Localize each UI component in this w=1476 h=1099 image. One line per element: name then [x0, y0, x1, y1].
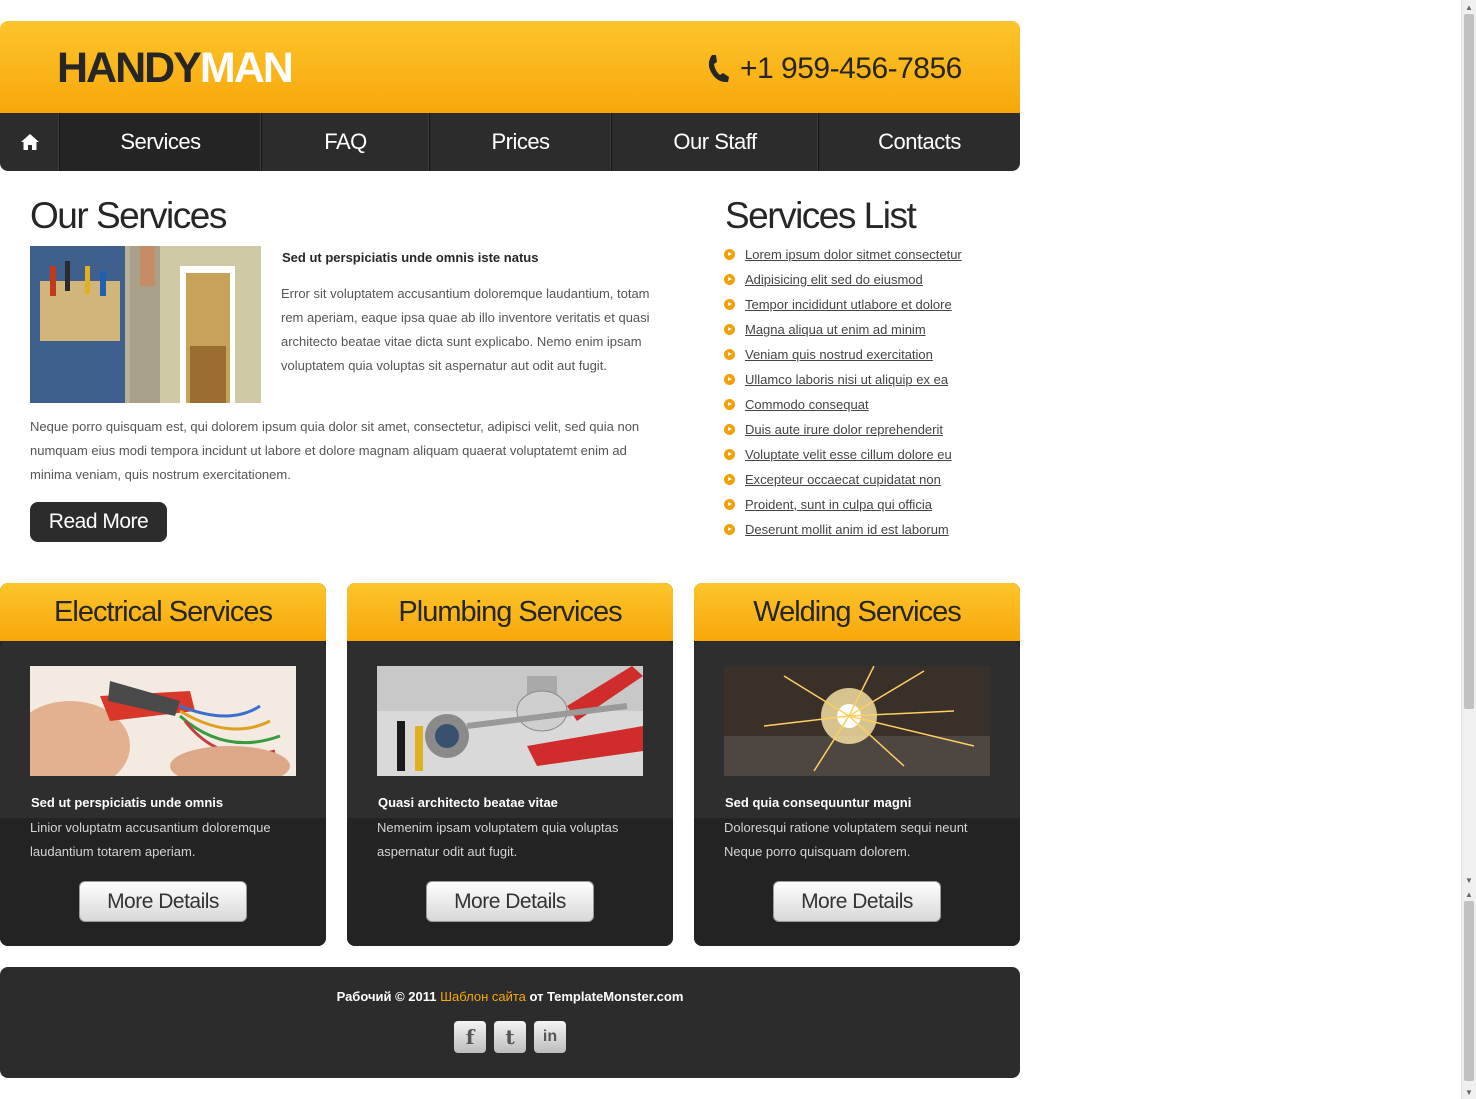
- scroll-up-arrow-icon[interactable]: ▲: [1462, 887, 1476, 901]
- site-logo[interactable]: HANDYMAN: [57, 44, 294, 92]
- service-link[interactable]: Lorem ipsum dolor sitmet consectetur: [745, 247, 962, 262]
- list-item: Voluptate velit esse cillum dolore eu: [724, 442, 962, 467]
- facebook-icon[interactable]: f: [454, 1021, 486, 1053]
- service-link[interactable]: Deserunt mollit anim id est laborum: [745, 522, 949, 537]
- service-link[interactable]: Duis aute irure dolor reprehenderit: [745, 422, 943, 437]
- card-title: Welding Services: [694, 583, 1020, 641]
- electrical-photo: [30, 666, 296, 776]
- copyright: Рабочий © 2011 Шаблон сайта от TemplateM…: [0, 989, 1020, 1004]
- social-links: f t in: [454, 1021, 566, 1053]
- home-icon: [20, 134, 39, 150]
- arrow-bullet-icon: [724, 499, 735, 510]
- service-link[interactable]: Excepteur occaecat cupidatat non: [745, 472, 941, 487]
- card-electrical: Electrical Services Sed ut perspiciatis …: [0, 583, 326, 946]
- body-text: Neque porro quisquam est, qui dolorem ip…: [30, 419, 640, 482]
- service-link[interactable]: Adipisicing elit sed do eiusmod: [745, 272, 923, 287]
- arrow-bullet-icon: [724, 399, 735, 410]
- more-details-button[interactable]: More Details: [773, 881, 941, 922]
- card-body: Sed quia consequuntur magni Doloresqui r…: [694, 641, 1020, 946]
- arrow-bullet-icon: [724, 274, 735, 285]
- logo-part1: HANDY: [57, 44, 202, 92]
- card-subtitle: Quasi architecto beatae vitae: [378, 795, 558, 810]
- services-list-title: Services List: [725, 195, 917, 236]
- service-link[interactable]: Tempor incididunt utlabore et dolore: [745, 297, 952, 312]
- card-text: Nemenim ipsam voluptatem quia voluptas a…: [377, 820, 619, 859]
- arrow-bullet-icon: [724, 299, 735, 310]
- card-title: Electrical Services: [0, 583, 326, 641]
- list-item: Lorem ipsum dolor sitmet consectetur: [724, 242, 962, 267]
- site-header: HANDYMAN +1 959-456-7856: [0, 21, 1020, 113]
- intro-heading: Sed ut perspiciatis unde omnis iste natu…: [282, 250, 539, 265]
- arrow-bullet-icon: [724, 374, 735, 385]
- read-more-button[interactable]: Read More: [30, 502, 167, 542]
- nav-item-our-staff[interactable]: Our Staff: [612, 113, 819, 171]
- nav-item-services[interactable]: Services: [60, 113, 262, 171]
- list-item: Commodo consequat: [724, 392, 962, 417]
- scroll-down-arrow-icon[interactable]: ▼: [1462, 1085, 1476, 1099]
- card-body: Quasi architecto beatae vitae Nemenim ip…: [347, 641, 673, 946]
- copyright-prefix: Рабочий © 2011: [336, 989, 441, 1004]
- list-item: Proident, sunt in culpa qui officia: [724, 492, 962, 517]
- list-item: Magna aliqua ut enim ad minim: [724, 317, 962, 342]
- copyright-suffix: от TemplateMonster.com: [525, 989, 684, 1004]
- service-link[interactable]: Proident, sunt in culpa qui officia: [745, 497, 932, 512]
- scroll-down-arrow-icon[interactable]: ▼: [1462, 873, 1476, 887]
- scrollbar-thumb[interactable]: [1464, 901, 1474, 1081]
- scroll-up-arrow-icon[interactable]: ▲: [1462, 0, 1476, 14]
- scrollbar-thumb[interactable]: [1464, 14, 1474, 709]
- service-link[interactable]: Voluptate velit esse cillum dolore eu: [745, 447, 952, 462]
- list-item: Adipisicing elit sed do eiusmod: [724, 267, 962, 292]
- copyright-link[interactable]: Шаблон сайта: [440, 989, 526, 1004]
- scrollbar[interactable]: ▲ ▼ ▲ ▼: [1461, 0, 1476, 1099]
- arrow-bullet-icon: [724, 324, 735, 335]
- card-text: Linior voluptatm accusantium doloremque …: [30, 820, 271, 859]
- nav-item-faq[interactable]: FAQ: [262, 113, 430, 171]
- phone-icon: [708, 55, 729, 83]
- list-item: Deserunt mollit anim id est laborum: [724, 517, 962, 542]
- arrow-bullet-icon: [724, 474, 735, 485]
- service-link[interactable]: Veniam quis nostrud exercitation: [745, 347, 933, 362]
- welding-photo: [724, 666, 990, 776]
- arrow-bullet-icon: [724, 249, 735, 260]
- card-title: Plumbing Services: [347, 583, 673, 641]
- service-link[interactable]: Magna aliqua ut enim ad minim: [745, 322, 926, 337]
- logo-part2: MAN: [199, 44, 294, 92]
- service-link[interactable]: Ullamco laboris nisi ut aliquip ex ea: [745, 372, 948, 387]
- nav-home[interactable]: [0, 113, 60, 171]
- plumbing-photo: [377, 666, 643, 776]
- more-details-button[interactable]: More Details: [79, 881, 247, 922]
- card-subtitle: Sed ut perspiciatis unde omnis: [31, 795, 224, 810]
- nav-item-contacts[interactable]: Contacts: [819, 113, 1020, 171]
- arrow-bullet-icon: [724, 349, 735, 360]
- list-item: Excepteur occaecat cupidatat non: [724, 467, 962, 492]
- phone-contact: +1 959-456-7856: [706, 49, 962, 89]
- card-text: Doloresqui ratione voluptatem sequi neun…: [724, 820, 968, 859]
- list-item: Tempor incididunt utlabore et dolore: [724, 292, 962, 317]
- page-wrapper: HANDYMAN +1 959-456-7856 Services FAQ Pr…: [0, 21, 1020, 171]
- main-nav: Services FAQ Prices Our Staff Contacts: [0, 113, 1020, 171]
- card-body: Sed ut perspiciatis unde omnis Linior vo…: [0, 641, 326, 946]
- list-item: Ullamco laboris nisi ut aliquip ex ea: [724, 367, 962, 392]
- card-welding: Welding Services Sed quia consequuntur m…: [694, 583, 1020, 946]
- our-services-title: Our Services: [30, 195, 227, 236]
- card-plumbing: Plumbing Services Quasi architecto beata…: [347, 583, 673, 946]
- site-footer: Рабочий © 2011 Шаблон сайта от TemplateM…: [0, 967, 1020, 1078]
- intro-text: Error sit voluptatem accusantium dolorem…: [281, 286, 650, 373]
- card-subtitle: Sed quia consequuntur magni: [725, 795, 912, 810]
- arrow-bullet-icon: [724, 524, 735, 535]
- arrow-bullet-icon: [724, 424, 735, 435]
- nav-item-prices[interactable]: Prices: [430, 113, 612, 171]
- services-list: Lorem ipsum dolor sitmet consectetur Adi…: [724, 242, 962, 542]
- linkedin-icon[interactable]: in: [534, 1021, 566, 1053]
- more-details-button[interactable]: More Details: [426, 881, 594, 922]
- arrow-bullet-icon: [724, 449, 735, 460]
- phone-number: +1 959-456-7856: [740, 52, 962, 85]
- handyman-photo: [30, 246, 261, 403]
- service-link[interactable]: Commodo consequat: [745, 397, 869, 412]
- list-item: Duis aute irure dolor reprehenderit: [724, 417, 962, 442]
- twitter-icon[interactable]: t: [494, 1021, 526, 1053]
- list-item: Veniam quis nostrud exercitation: [724, 342, 962, 367]
